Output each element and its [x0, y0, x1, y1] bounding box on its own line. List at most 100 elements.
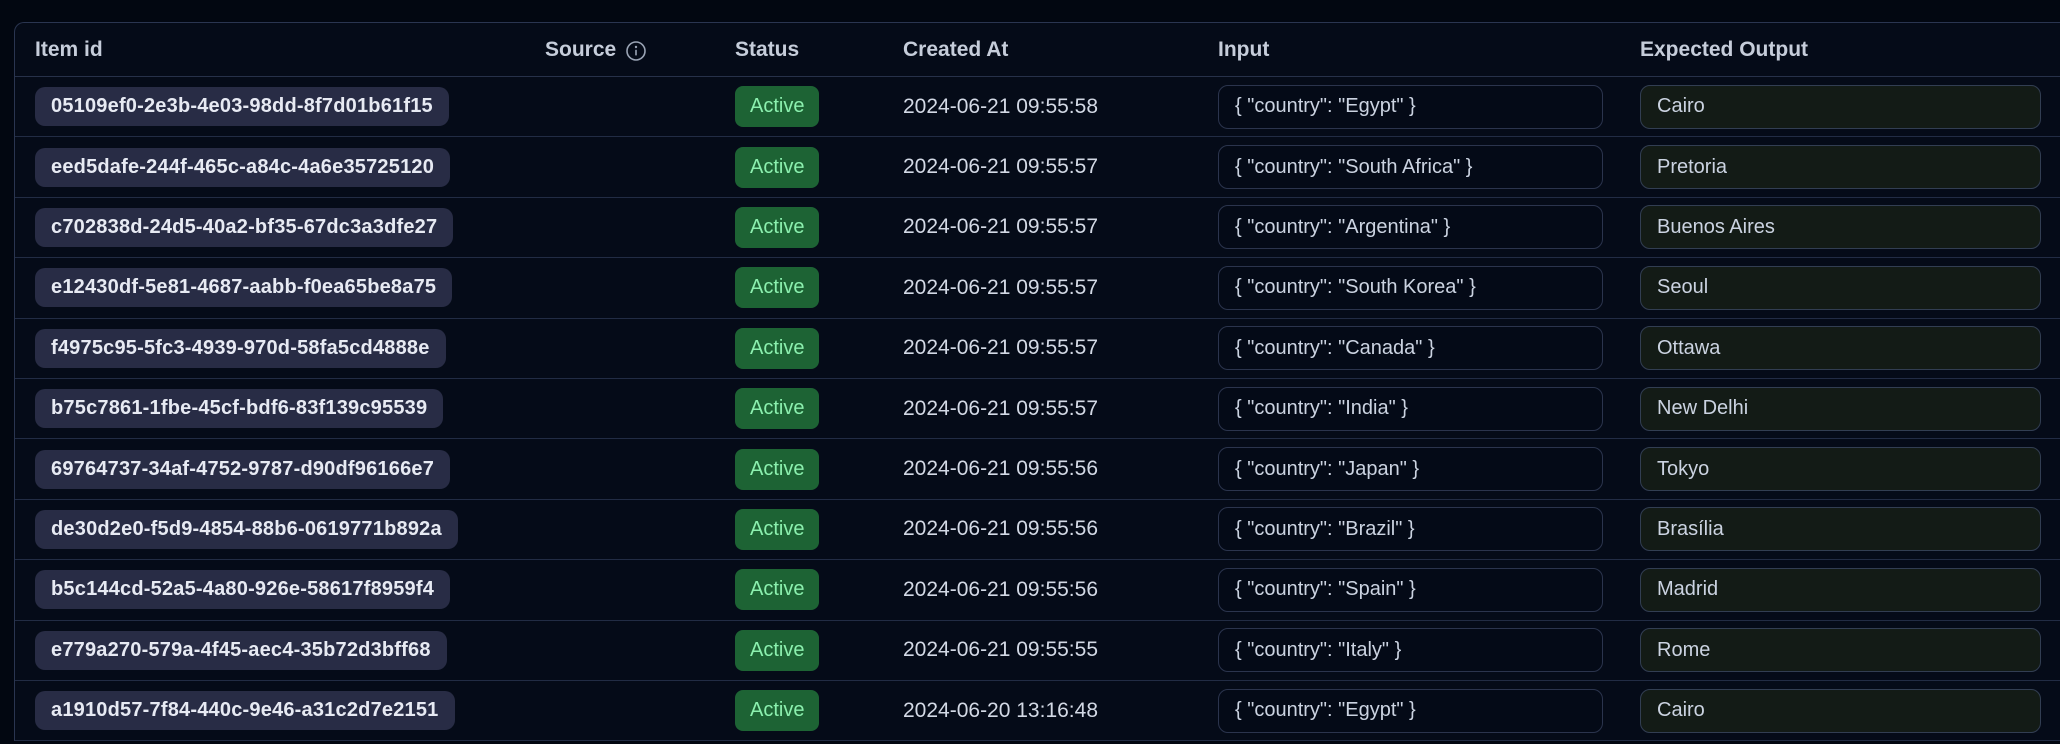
column-header-item-id-label: Item id [35, 38, 103, 62]
input-cell: { "country": "Spain" } [1198, 568, 1620, 612]
input-cell: { "country": "Canada" } [1198, 326, 1620, 370]
status-badge: Active [735, 630, 819, 671]
expected-output-cell: Ottawa [1620, 326, 2060, 370]
item-id-pill[interactable]: f4975c95-5fc3-4939-970d-58fa5cd4888e [35, 329, 446, 368]
input-value-box: { "country": "South Africa" } [1218, 145, 1603, 189]
expected-output-value-box: Tokyo [1640, 447, 2041, 491]
input-cell: { "country": "Argentina" } [1198, 205, 1620, 249]
status-cell: Active [715, 690, 883, 731]
column-header-status: Status [715, 38, 883, 62]
created-at-cell: 2024-06-21 09:55:57 [883, 336, 1198, 360]
column-header-status-label: Status [735, 38, 799, 62]
status-badge: Active [735, 328, 819, 369]
status-cell: Active [715, 449, 883, 490]
status-badge: Active [735, 267, 819, 308]
table-row[interactable]: a1910d57-7f84-440c-9e46-a31c2d7e2151 Act… [15, 681, 2060, 741]
item-id-pill[interactable]: de30d2e0-f5d9-4854-88b6-0619771b892a [35, 510, 458, 549]
status-cell: Active [715, 630, 883, 671]
created-at-cell: 2024-06-21 09:55:57 [883, 397, 1198, 421]
table-row[interactable]: 05109ef0-2e3b-4e03-98dd-8f7d01b61f15 Act… [15, 77, 2060, 137]
status-cell: Active [715, 86, 883, 127]
input-cell: { "country": "Egypt" } [1198, 689, 1620, 733]
expected-output-value-box: Seoul [1640, 266, 2041, 310]
expected-output-value-box: Cairo [1640, 689, 2041, 733]
table-row[interactable]: e12430df-5e81-4687-aabb-f0ea65be8a75 Act… [15, 258, 2060, 318]
expected-output-cell: Buenos Aires [1620, 205, 2060, 249]
expected-output-value-box: Buenos Aires [1640, 205, 2041, 249]
table-row[interactable]: 69764737-34af-4752-9787-d90df96166e7 Act… [15, 439, 2060, 499]
item-id-pill[interactable]: c702838d-24d5-40a2-bf35-67dc3a3dfe27 [35, 208, 453, 247]
input-value-box: { "country": "Egypt" } [1218, 689, 1603, 733]
status-badge: Active [735, 388, 819, 429]
expected-output-value-box: Pretoria [1640, 145, 2041, 189]
table-row[interactable]: de30d2e0-f5d9-4854-88b6-0619771b892a Act… [15, 500, 2060, 560]
item-id-pill[interactable]: e12430df-5e81-4687-aabb-f0ea65be8a75 [35, 268, 452, 307]
item-id-pill[interactable]: e779a270-579a-4f45-aec4-35b72d3bff68 [35, 631, 447, 670]
created-at-cell: 2024-06-21 09:55:55 [883, 638, 1198, 662]
status-badge: Active [735, 449, 819, 490]
expected-output-cell: Seoul [1620, 266, 2060, 310]
expected-output-value-box: New Delhi [1640, 387, 2041, 431]
expected-output-cell: New Delhi [1620, 387, 2060, 431]
input-value-box: { "country": "South Korea" } [1218, 266, 1603, 310]
expected-output-cell: Pretoria [1620, 145, 2060, 189]
item-id-pill[interactable]: eed5dafe-244f-465c-a84c-4a6e35725120 [35, 148, 450, 187]
status-cell: Active [715, 267, 883, 308]
status-cell: Active [715, 207, 883, 248]
item-id-cell: e12430df-5e81-4687-aabb-f0ea65be8a75 [15, 268, 525, 307]
item-id-cell: c702838d-24d5-40a2-bf35-67dc3a3dfe27 [15, 208, 525, 247]
item-id-pill[interactable]: a1910d57-7f84-440c-9e46-a31c2d7e2151 [35, 691, 455, 730]
item-id-cell: 69764737-34af-4752-9787-d90df96166e7 [15, 450, 525, 489]
input-cell: { "country": "Brazil" } [1198, 507, 1620, 551]
item-id-pill[interactable]: 05109ef0-2e3b-4e03-98dd-8f7d01b61f15 [35, 87, 449, 126]
expected-output-cell: Madrid [1620, 568, 2060, 612]
expected-output-value-box: Cairo [1640, 85, 2041, 129]
column-header-source-label: Source [545, 38, 616, 62]
item-id-cell: eed5dafe-244f-465c-a84c-4a6e35725120 [15, 148, 525, 187]
table-row[interactable]: b5c144cd-52a5-4a80-926e-58617f8959f4 Act… [15, 560, 2060, 620]
expected-output-cell: Tokyo [1620, 447, 2060, 491]
status-badge: Active [735, 207, 819, 248]
created-at-cell: 2024-06-21 09:55:58 [883, 95, 1198, 119]
info-icon[interactable] [625, 40, 647, 62]
created-at-cell: 2024-06-21 09:55:57 [883, 215, 1198, 239]
expected-output-value-box: Brasília [1640, 507, 2041, 551]
created-at-cell: 2024-06-21 09:55:56 [883, 578, 1198, 602]
table-row[interactable]: c702838d-24d5-40a2-bf35-67dc3a3dfe27 Act… [15, 198, 2060, 258]
table-row[interactable]: eed5dafe-244f-465c-a84c-4a6e35725120 Act… [15, 137, 2060, 197]
item-id-pill[interactable]: b75c7861-1fbe-45cf-bdf6-83f139c95539 [35, 389, 443, 428]
expected-output-value-box: Rome [1640, 628, 2041, 672]
input-value-box: { "country": "India" } [1218, 387, 1603, 431]
status-cell: Active [715, 328, 883, 369]
status-cell: Active [715, 569, 883, 610]
item-id-cell: b75c7861-1fbe-45cf-bdf6-83f139c95539 [15, 389, 525, 428]
item-id-cell: 05109ef0-2e3b-4e03-98dd-8f7d01b61f15 [15, 87, 525, 126]
item-id-pill[interactable]: 69764737-34af-4752-9787-d90df96166e7 [35, 450, 450, 489]
input-cell: { "country": "Italy" } [1198, 628, 1620, 672]
item-id-cell: a1910d57-7f84-440c-9e46-a31c2d7e2151 [15, 691, 525, 730]
status-cell: Active [715, 388, 883, 429]
created-at-cell: 2024-06-21 09:55:57 [883, 276, 1198, 300]
input-cell: { "country": "South Korea" } [1198, 266, 1620, 310]
table-row[interactable]: e779a270-579a-4f45-aec4-35b72d3bff68 Act… [15, 621, 2060, 681]
status-cell: Active [715, 147, 883, 188]
item-id-cell: b5c144cd-52a5-4a80-926e-58617f8959f4 [15, 570, 525, 609]
input-cell: { "country": "Japan" } [1198, 447, 1620, 491]
table-row[interactable]: b75c7861-1fbe-45cf-bdf6-83f139c95539 Act… [15, 379, 2060, 439]
input-cell: { "country": "Egypt" } [1198, 85, 1620, 129]
column-header-input-label: Input [1218, 38, 1269, 62]
input-value-box: { "country": "Egypt" } [1218, 85, 1603, 129]
column-header-created-at-label: Created At [903, 38, 1008, 62]
created-at-cell: 2024-06-21 09:55:56 [883, 457, 1198, 481]
expected-output-value-box: Madrid [1640, 568, 2041, 612]
table-body: 05109ef0-2e3b-4e03-98dd-8f7d01b61f15 Act… [15, 77, 2060, 741]
table-row[interactable]: f4975c95-5fc3-4939-970d-58fa5cd4888e Act… [15, 319, 2060, 379]
created-at-cell: 2024-06-20 13:16:48 [883, 699, 1198, 723]
created-at-cell: 2024-06-21 09:55:57 [883, 155, 1198, 179]
expected-output-value-box: Ottawa [1640, 326, 2041, 370]
status-badge: Active [735, 690, 819, 731]
expected-output-cell: Cairo [1620, 689, 2060, 733]
item-id-pill[interactable]: b5c144cd-52a5-4a80-926e-58617f8959f4 [35, 570, 450, 609]
input-cell: { "country": "South Africa" } [1198, 145, 1620, 189]
column-header-expected-output: Expected Output [1620, 38, 2060, 62]
